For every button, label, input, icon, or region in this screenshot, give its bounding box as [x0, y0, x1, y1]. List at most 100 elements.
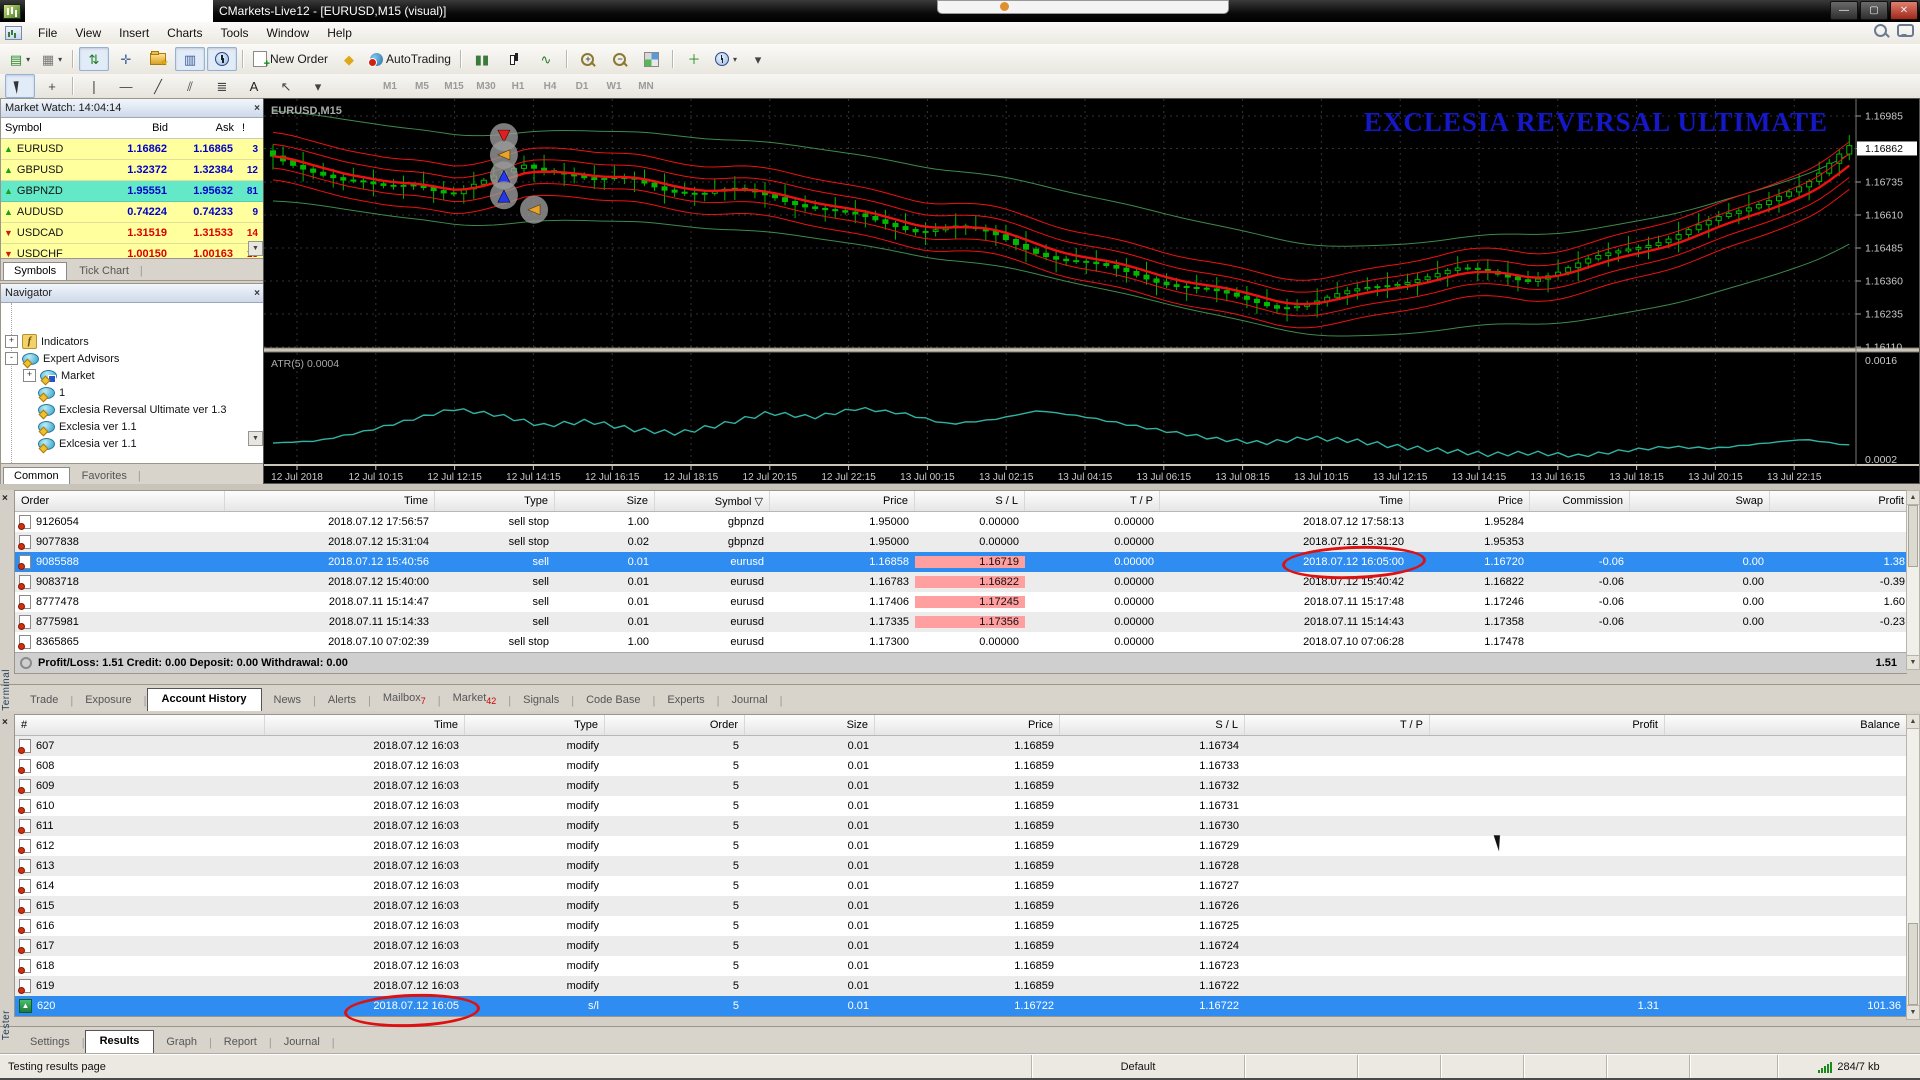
orders-scrollbar[interactable]: ▲ ▼: [1906, 490, 1920, 670]
market-watch-row-gbpnzd[interactable]: ▲GBPNZD1.955511.9563281: [1, 181, 264, 202]
tab-results[interactable]: Results: [85, 1030, 155, 1053]
expand-icon[interactable]: +: [5, 335, 18, 348]
chart-canvas[interactable]: EURUSD,M15EXCLESIA REVERSAL ULTIMATEATR(…: [263, 98, 1920, 484]
order-row-9077838[interactable]: 90778382018.07.12 15:31:04sell stop0.02g…: [15, 532, 1907, 552]
data-window[interactable]: ✛: [111, 47, 141, 71]
orders-col-3[interactable]: Size: [555, 491, 655, 511]
chat-icon[interactable]: [1897, 24, 1914, 37]
menu-charts[interactable]: Charts: [158, 23, 211, 43]
tab-alerts[interactable]: Alerts: [316, 690, 368, 711]
chart-line[interactable]: ∿: [531, 47, 561, 71]
tab-signals[interactable]: Signals: [511, 690, 571, 711]
history-row-620[interactable]: ▲6202018.07.12 16:05s/l50.011.167221.167…: [15, 996, 1907, 1016]
history-row-611[interactable]: 6112018.07.12 16:03modify50.011.168591.1…: [15, 816, 1907, 836]
mw-col-bid[interactable]: Bid: [106, 122, 172, 134]
timeframe-mn[interactable]: MN: [631, 74, 661, 98]
orders-col-12[interactable]: Profit: [1770, 491, 1911, 511]
shapes-dd[interactable]: ▾: [303, 74, 333, 98]
timeframe-m5[interactable]: M5: [407, 74, 437, 98]
history-row-613[interactable]: 6132018.07.12 16:03modify50.011.168591.1…: [15, 856, 1907, 876]
results-scroll-down-icon[interactable]: ▼: [1907, 1005, 1919, 1019]
crosshair-tool[interactable]: +: [37, 74, 67, 98]
orders-col-11[interactable]: Swap: [1630, 491, 1770, 511]
timeframe-m30[interactable]: M30: [471, 74, 501, 98]
timeframe-m15[interactable]: M15: [439, 74, 469, 98]
order-row-8365865[interactable]: 83658652018.07.10 07:02:39sell stop1.00e…: [15, 632, 1907, 652]
tester-close-icon[interactable]: ×: [2, 716, 8, 728]
terminal-close-icon[interactable]: ×: [2, 492, 8, 504]
orders-col-5[interactable]: Price: [770, 491, 915, 511]
tab-symbols[interactable]: Symbols: [3, 262, 67, 280]
history-row-610[interactable]: 6102018.07.12 16:03modify50.011.168591.1…: [15, 796, 1907, 816]
tab-journal[interactable]: Journal: [272, 1032, 332, 1053]
orders-col-10[interactable]: Commission: [1530, 491, 1630, 511]
status-profile[interactable]: Default: [1032, 1055, 1245, 1079]
indicators-add[interactable]: ＋: [679, 47, 709, 71]
order-row-9083718[interactable]: 90837182018.07.12 15:40:00sell0.01eurusd…: [15, 572, 1907, 592]
nav-item-1[interactable]: 1: [1, 384, 264, 401]
nav-item-market[interactable]: +Market: [1, 367, 264, 384]
nav-item-expert-advisors[interactable]: -Expert Advisors: [1, 350, 264, 367]
chart-bars[interactable]: ▮▮: [467, 47, 497, 71]
menu-window[interactable]: Window: [258, 23, 319, 43]
search-icon[interactable]: [1874, 24, 1887, 37]
timeframe-m1[interactable]: M1: [375, 74, 405, 98]
nav-item-indicators[interactable]: +fIndicators: [1, 333, 264, 350]
orders-col-8[interactable]: Time: [1160, 491, 1410, 511]
results-col-0[interactable]: #: [15, 715, 265, 735]
history-row-617[interactable]: 6172018.07.12 16:03modify50.011.168591.1…: [15, 936, 1907, 956]
market-watch-toggle[interactable]: ⇅: [79, 47, 109, 71]
collapse-icon[interactable]: -: [5, 352, 18, 365]
hline-tool[interactable]: —: [111, 74, 141, 98]
tab-experts[interactable]: Experts: [655, 690, 716, 711]
tab-report[interactable]: Report: [212, 1032, 269, 1053]
orders-col-2[interactable]: Type: [435, 491, 555, 511]
market-watch-row-gbpusd[interactable]: ▲GBPUSD1.323721.3238412: [1, 160, 264, 181]
chart-candles[interactable]: [499, 47, 529, 71]
menu-tools[interactable]: Tools: [212, 23, 258, 43]
order-row-9085588[interactable]: 90855882018.07.12 15:40:56sell0.01eurusd…: [15, 552, 1907, 572]
history-row-618[interactable]: 6182018.07.12 16:03modify50.011.168591.1…: [15, 956, 1907, 976]
nav-item-exclesia-ver-1-1[interactable]: Exclesia ver 1.1: [1, 418, 264, 435]
tab-common[interactable]: Common: [3, 467, 70, 485]
profiles[interactable]: ▦▾: [37, 47, 67, 71]
market-watch-close-icon[interactable]: ×: [254, 103, 260, 114]
timeframe-d1[interactable]: D1: [567, 74, 597, 98]
history-row-608[interactable]: 6082018.07.12 16:03modify50.011.168591.1…: [15, 756, 1907, 776]
tab-account-history[interactable]: Account History: [147, 688, 262, 711]
zoom-in[interactable]: +: [573, 47, 603, 71]
scripts[interactable]: ◆: [334, 47, 364, 71]
orders-col-4[interactable]: Symbol ▽: [655, 491, 770, 511]
mw-col-symbol[interactable]: Symbol: [1, 122, 106, 134]
timeframe-h1[interactable]: H1: [503, 74, 533, 98]
text-tool[interactable]: A: [239, 74, 269, 98]
navigator-close-icon[interactable]: ×: [254, 288, 260, 299]
timeframe-w1[interactable]: W1: [599, 74, 629, 98]
mw-col-[interactable]: !: [238, 122, 262, 134]
channel-tool[interactable]: ⫽: [175, 74, 205, 98]
strategy-tester[interactable]: [207, 47, 237, 71]
new-order-button[interactable]: New Order: [249, 47, 332, 71]
results-scrollbar[interactable]: ▲ ▼: [1906, 714, 1920, 1020]
history-row-615[interactable]: 6152018.07.12 16:03modify50.011.168591.1…: [15, 896, 1907, 916]
history-row-619[interactable]: 6192018.07.12 16:03modify50.011.168591.1…: [15, 976, 1907, 996]
results-col-3[interactable]: Order: [605, 715, 745, 735]
templates[interactable]: ▾: [743, 47, 773, 71]
results-scroll-up-icon[interactable]: ▲: [1907, 715, 1919, 729]
terminal-toggle[interactable]: ▥: [175, 47, 205, 71]
trendline-tool[interactable]: ╱: [143, 74, 173, 98]
expand-icon[interactable]: +: [23, 369, 36, 382]
close-button[interactable]: ✕: [1890, 1, 1918, 20]
order-row-8775981[interactable]: 87759812018.07.11 15:14:33sell0.01eurusd…: [15, 612, 1907, 632]
tab-exposure[interactable]: Exposure: [73, 690, 143, 711]
history-row-607[interactable]: 6072018.07.12 16:03modify50.011.168591.1…: [15, 736, 1907, 756]
tab-favorites[interactable]: Favorites: [72, 468, 137, 485]
market-watch-row-usdcad[interactable]: ▼USDCAD1.315191.3153314: [1, 223, 264, 244]
navigator-scroll-down[interactable]: ▼: [248, 431, 263, 446]
periods[interactable]: ▾: [711, 47, 741, 71]
navigator-folder[interactable]: [143, 47, 173, 71]
nav-item-exlcesia-ver-1-1[interactable]: Exlcesia ver 1.1: [1, 435, 264, 452]
results-col-4[interactable]: Size: [745, 715, 875, 735]
fibo-tool[interactable]: ≣: [207, 74, 237, 98]
history-row-609[interactable]: 6092018.07.12 16:03modify50.011.168591.1…: [15, 776, 1907, 796]
